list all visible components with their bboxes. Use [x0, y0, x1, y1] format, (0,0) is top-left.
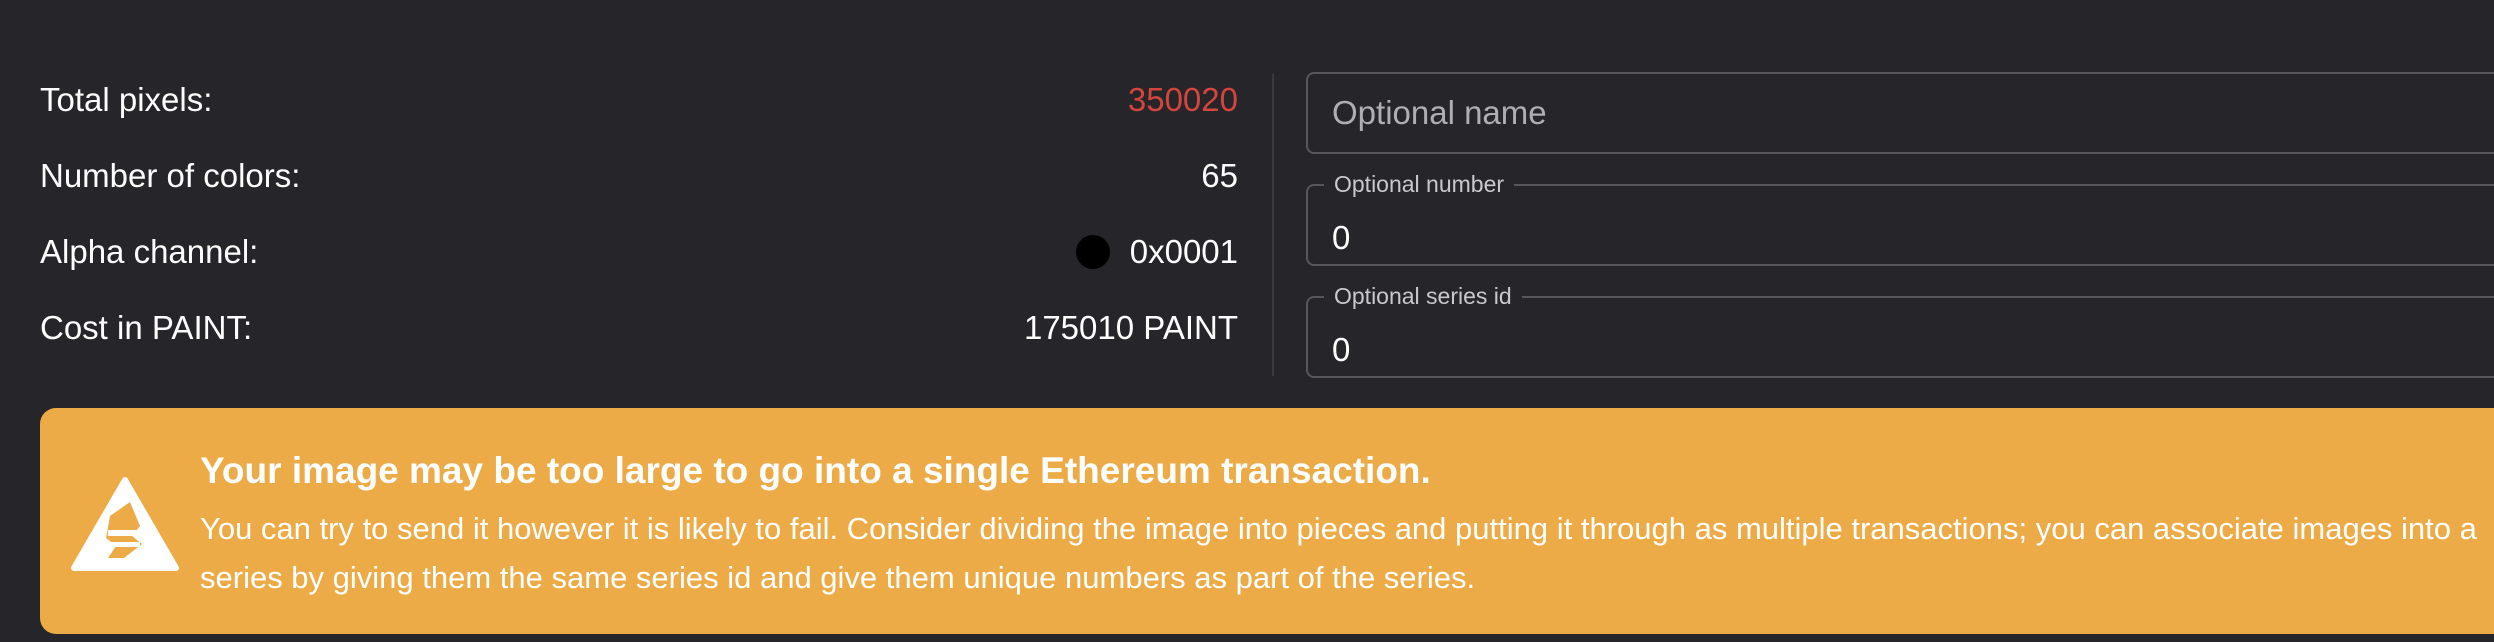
stat-number-of-colors: Number of colors: 65 — [40, 138, 1238, 214]
stat-value-alpha-channel: 0x0001 — [1075, 233, 1238, 271]
stat-value-total-pixels: 350020 — [1127, 81, 1238, 118]
stat-value-cost: 175010 PAINT — [1023, 309, 1238, 346]
stat-label: Total pixels: — [40, 81, 213, 118]
stat-label: Cost in PAINT: — [40, 309, 253, 346]
stat-label: Number of colors: — [40, 157, 301, 194]
image-upload-summary: Total pixels: 350020 Number of colors: 6… — [0, 0, 2494, 642]
number-field[interactable]: Optional number — [1306, 171, 2494, 266]
name-input[interactable] — [1308, 74, 2494, 152]
warning-message: You can try to send it however it is lik… — [200, 511, 2477, 595]
warning-title: Your image may be too large to go into a… — [200, 450, 1431, 491]
stat-value-number-of-colors: 65 — [1201, 157, 1238, 194]
vertical-divider — [1272, 74, 1274, 376]
warning-triangle-icon — [71, 477, 179, 571]
size-warning-banner: Your image may be too large to go into a… — [40, 408, 2494, 634]
stat-alpha-channel: Alpha channel: 0x0001 — [40, 214, 1238, 290]
series-id-input[interactable] — [1308, 298, 2494, 376]
alpha-color-swatch — [1075, 235, 1110, 269]
number-input[interactable] — [1308, 186, 2494, 264]
stat-label: Alpha channel: — [40, 233, 259, 270]
stat-cost-in-paint: Cost in PAINT: 175010 PAINT — [40, 290, 1238, 366]
alpha-channel-value: 0x0001 — [1129, 233, 1238, 270]
stat-total-pixels: Total pixels: 350020 — [40, 62, 1238, 138]
name-field[interactable] — [1306, 72, 2494, 154]
image-stats-panel: Total pixels: 350020 Number of colors: 6… — [40, 62, 1238, 366]
series-id-field[interactable]: Optional series id — [1306, 283, 2494, 378]
